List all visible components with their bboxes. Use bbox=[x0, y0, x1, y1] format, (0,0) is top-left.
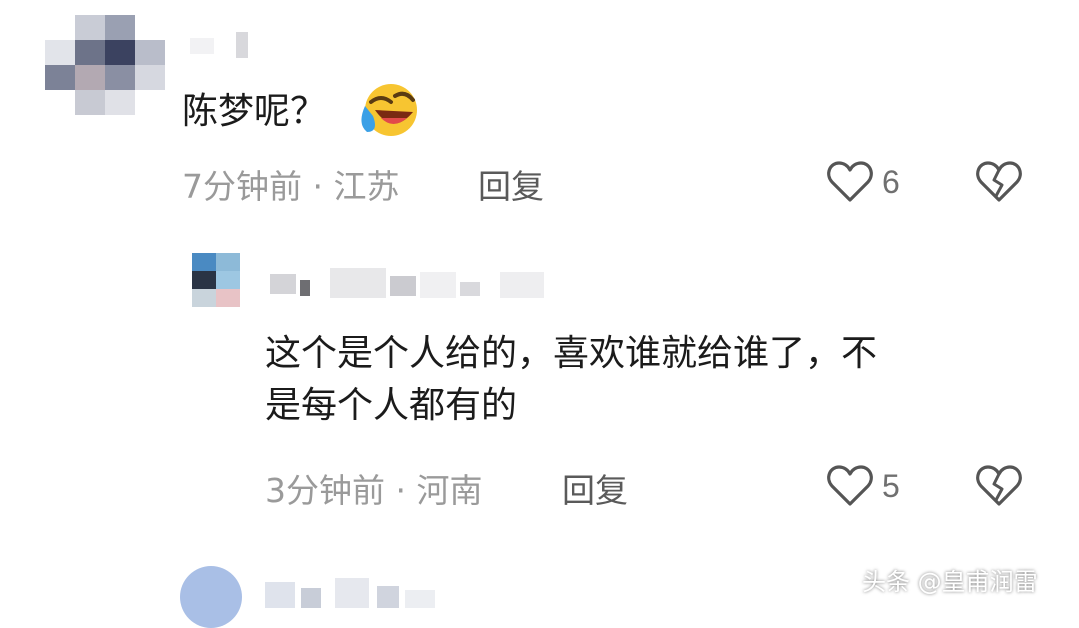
reply-time-location: 3分钟前 · 河南 bbox=[265, 464, 482, 512]
broken-heart-icon[interactable] bbox=[974, 160, 1024, 204]
watermark: 头条 @皇甫润雷 bbox=[862, 562, 1038, 597]
reply-avatar[interactable] bbox=[192, 253, 242, 308]
reply-like-count: 5 bbox=[882, 468, 900, 504]
watermark-text: 头条 @皇甫润雷 bbox=[862, 568, 1038, 596]
heart-outline-icon bbox=[827, 465, 873, 506]
reply-reply-button[interactable]: 回复 bbox=[562, 464, 628, 512]
avatar[interactable] bbox=[45, 15, 165, 125]
heart-outline-icon bbox=[827, 161, 873, 202]
like-count: 6 bbox=[882, 164, 900, 200]
reply-text-line2: 是每个人都有的 bbox=[265, 385, 518, 426]
next-avatar[interactable] bbox=[180, 566, 242, 628]
commenter-name[interactable] bbox=[190, 32, 260, 60]
like-button[interactable]: 6 bbox=[826, 158, 916, 208]
comment-body: 陈梦呢？ bbox=[182, 91, 327, 132]
reply-text: 这个是个人给的，喜欢谁就给谁了，不 是每个人都有的 bbox=[265, 328, 877, 432]
reply-reply-label: 回复 bbox=[562, 471, 628, 510]
comment-text: 陈梦呢？ bbox=[182, 86, 326, 138]
laughing-crying-emoji bbox=[361, 84, 417, 136]
reply-text-line1: 这个是个人给的，喜欢谁就给谁了，不 bbox=[265, 333, 878, 374]
reply-button[interactable]: 回复 bbox=[478, 160, 544, 208]
time-location-text: 7分钟前 · 江苏 bbox=[182, 167, 400, 206]
reply-time-location-text: 3分钟前 · 河南 bbox=[265, 471, 483, 510]
reply-label: 回复 bbox=[478, 167, 544, 206]
comment-time-location: 7分钟前 · 江苏 bbox=[182, 160, 399, 208]
reply-broken-heart-icon[interactable] bbox=[974, 464, 1024, 508]
reply-commenter-name[interactable] bbox=[270, 262, 550, 300]
reply-like-button[interactable]: 5 bbox=[826, 462, 916, 512]
next-commenter-name[interactable] bbox=[265, 578, 445, 608]
